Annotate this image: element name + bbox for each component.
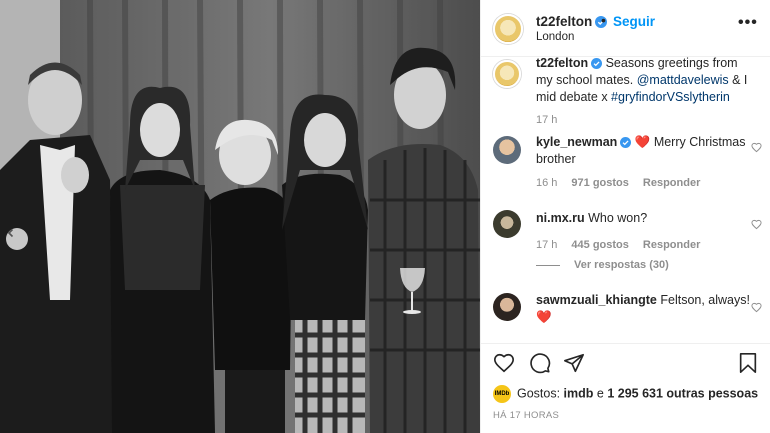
comment-likes[interactable]: 971 gostos [571,177,628,189]
header-username[interactable]: t22felton [536,14,608,29]
reply-button[interactable]: Responder [643,239,700,251]
chevron-left-icon [7,228,14,238]
avatar[interactable] [493,60,521,88]
view-replies-label[interactable]: Ver respostas (30) [574,259,669,271]
comments-list[interactable]: t22felton Seasons greetings from my scho… [481,57,770,343]
previous-photo-button[interactable] [6,228,28,250]
header-separator: • [601,12,606,28]
likes-prefix: Gostos: [517,386,564,401]
post-actions: IMDb Gostos: imdb e 1 295 631 outras pess… [481,343,770,433]
header-username-text[interactable]: t22felton [536,14,592,29]
caption-time: 17 h [536,114,571,126]
comment-icon[interactable] [529,352,551,374]
caption-username[interactable]: t22felton [536,57,588,70]
heart-icon[interactable] [493,352,515,374]
hashtag-link[interactable]: #gryfindorVSslytherin [611,90,730,104]
liker-username[interactable]: imdb [564,386,594,400]
comment-text: sawmzuali_khiangte Feltson, always! ❤️ [536,292,751,326]
more-icon[interactable]: ••• [738,14,758,32]
avatar[interactable] [493,136,521,164]
share-icon[interactable] [563,352,585,374]
mention-link[interactable]: @mattdavelewis [637,73,729,87]
follow-button[interactable]: Seguir [613,14,655,29]
comment-body: Who won? [588,211,648,225]
comment-username[interactable]: kyle_newman [536,135,617,149]
reply-button[interactable]: Responder [643,177,700,189]
comment-time: 16 h [536,177,558,189]
comment-username[interactable]: sawmzuali_khiangte [536,293,657,307]
caption-time-text: 17 h [536,114,558,126]
comment-time: 17 h [536,239,558,251]
post-side-panel: t22felton • Seguir London ••• t22felton … [480,0,770,433]
replies-divider [536,264,560,266]
comment-likes[interactable]: 445 gostos [571,239,628,251]
comment-text: ni.mx.ru Who won? [536,210,751,227]
comment-username[interactable]: ni.mx.ru [536,211,585,225]
instagram-post: t22felton • Seguir London ••• t22felton … [0,0,770,433]
comment-text: kyle_newman ❤️ Merry Christmas brother [536,134,751,168]
post-timestamp: HÁ 17 HORAS [493,410,560,421]
heart-icon[interactable] [751,302,762,313]
view-replies-button[interactable]: Ver respostas (30) [536,259,669,271]
heart-icon[interactable] [751,142,762,153]
comment-meta: 16 h 971 gostos Responder [536,177,714,189]
bookmark-icon[interactable] [738,352,758,374]
avatar[interactable] [493,293,521,321]
likes-others[interactable]: 1 295 631 outras pessoas [607,386,758,400]
location-link[interactable]: London [536,31,574,43]
comment-meta: 17 h 445 gostos Responder [536,239,714,251]
avatar[interactable] [493,14,523,44]
verified-icon [591,58,603,69]
avatar[interactable] [493,210,521,238]
imdb-avatar[interactable]: IMDb [493,385,511,403]
verified-icon [620,137,632,148]
post-header: t22felton • Seguir London ••• [481,0,770,57]
photo-image [0,0,480,433]
post-photo[interactable] [0,0,480,433]
likes-summary: IMDb Gostos: imdb e 1 295 631 outras pess… [493,385,758,403]
heart-icon[interactable] [751,219,762,230]
caption-text: t22felton Seasons greetings from my scho… [536,57,751,106]
likes-mid: e [593,386,608,401]
